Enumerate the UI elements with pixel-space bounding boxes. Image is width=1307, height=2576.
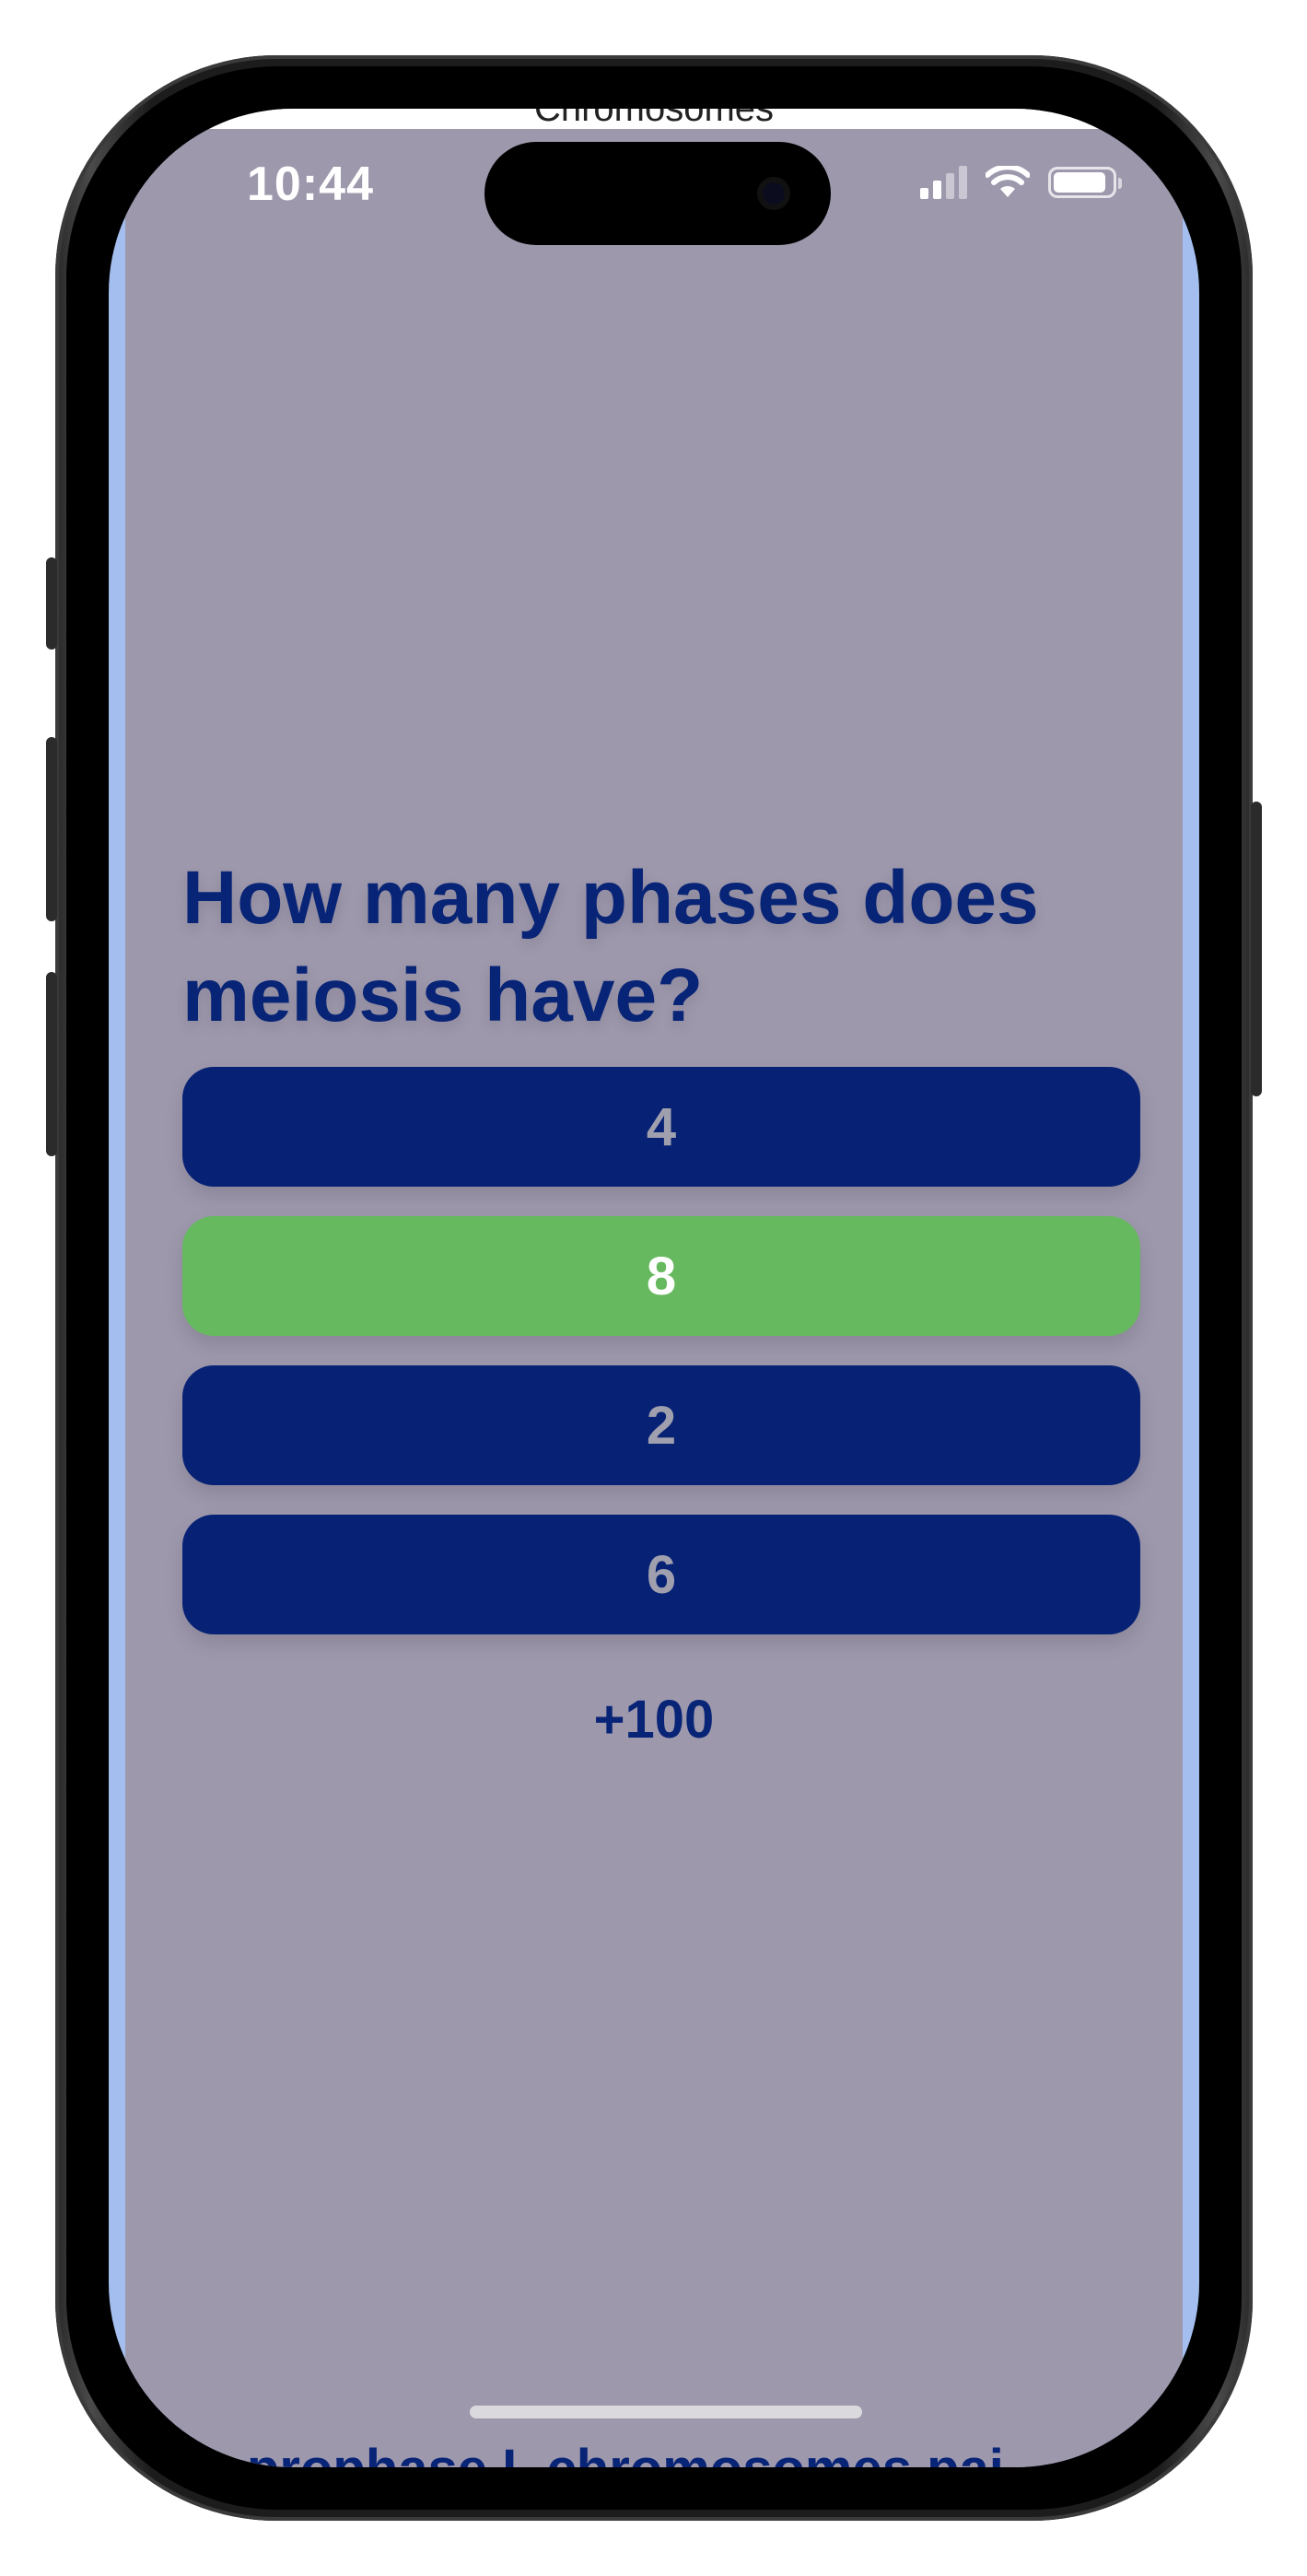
wifi-icon — [986, 166, 1030, 197]
previous-card-peek: Chromosomes — [109, 109, 1199, 129]
answer-option-2-correct[interactable]: 8 — [182, 1216, 1140, 1336]
home-indicator[interactable] — [470, 2406, 862, 2418]
phone-screen: Chromosomes 10:44 How many phases does m… — [109, 109, 1199, 2467]
answer-option-3[interactable]: 2 — [182, 1365, 1140, 1485]
action-button — [46, 557, 57, 650]
dynamic-island — [484, 142, 831, 245]
previous-card-title: Chromosomes — [533, 109, 775, 129]
next-card-peek: prophase I, chromosomes pai — [247, 2438, 1168, 2467]
power-button — [1251, 802, 1262, 1096]
volume-up-button — [46, 737, 57, 921]
status-time: 10:44 — [247, 158, 374, 211]
volume-down-button — [46, 972, 57, 1156]
answer-list: 4 8 2 6 — [182, 1067, 1140, 1664]
score-delta: +100 — [593, 1690, 715, 1750]
battery-icon — [1048, 167, 1122, 198]
answer-option-4[interactable]: 6 — [182, 1515, 1140, 1634]
cellular-signal-icon — [920, 166, 967, 199]
status-icons — [920, 164, 1122, 201]
question-text: How many phases does meiosis have? — [182, 856, 1039, 1037]
answer-option-1[interactable]: 4 — [182, 1067, 1140, 1187]
front-camera-icon — [757, 177, 790, 210]
